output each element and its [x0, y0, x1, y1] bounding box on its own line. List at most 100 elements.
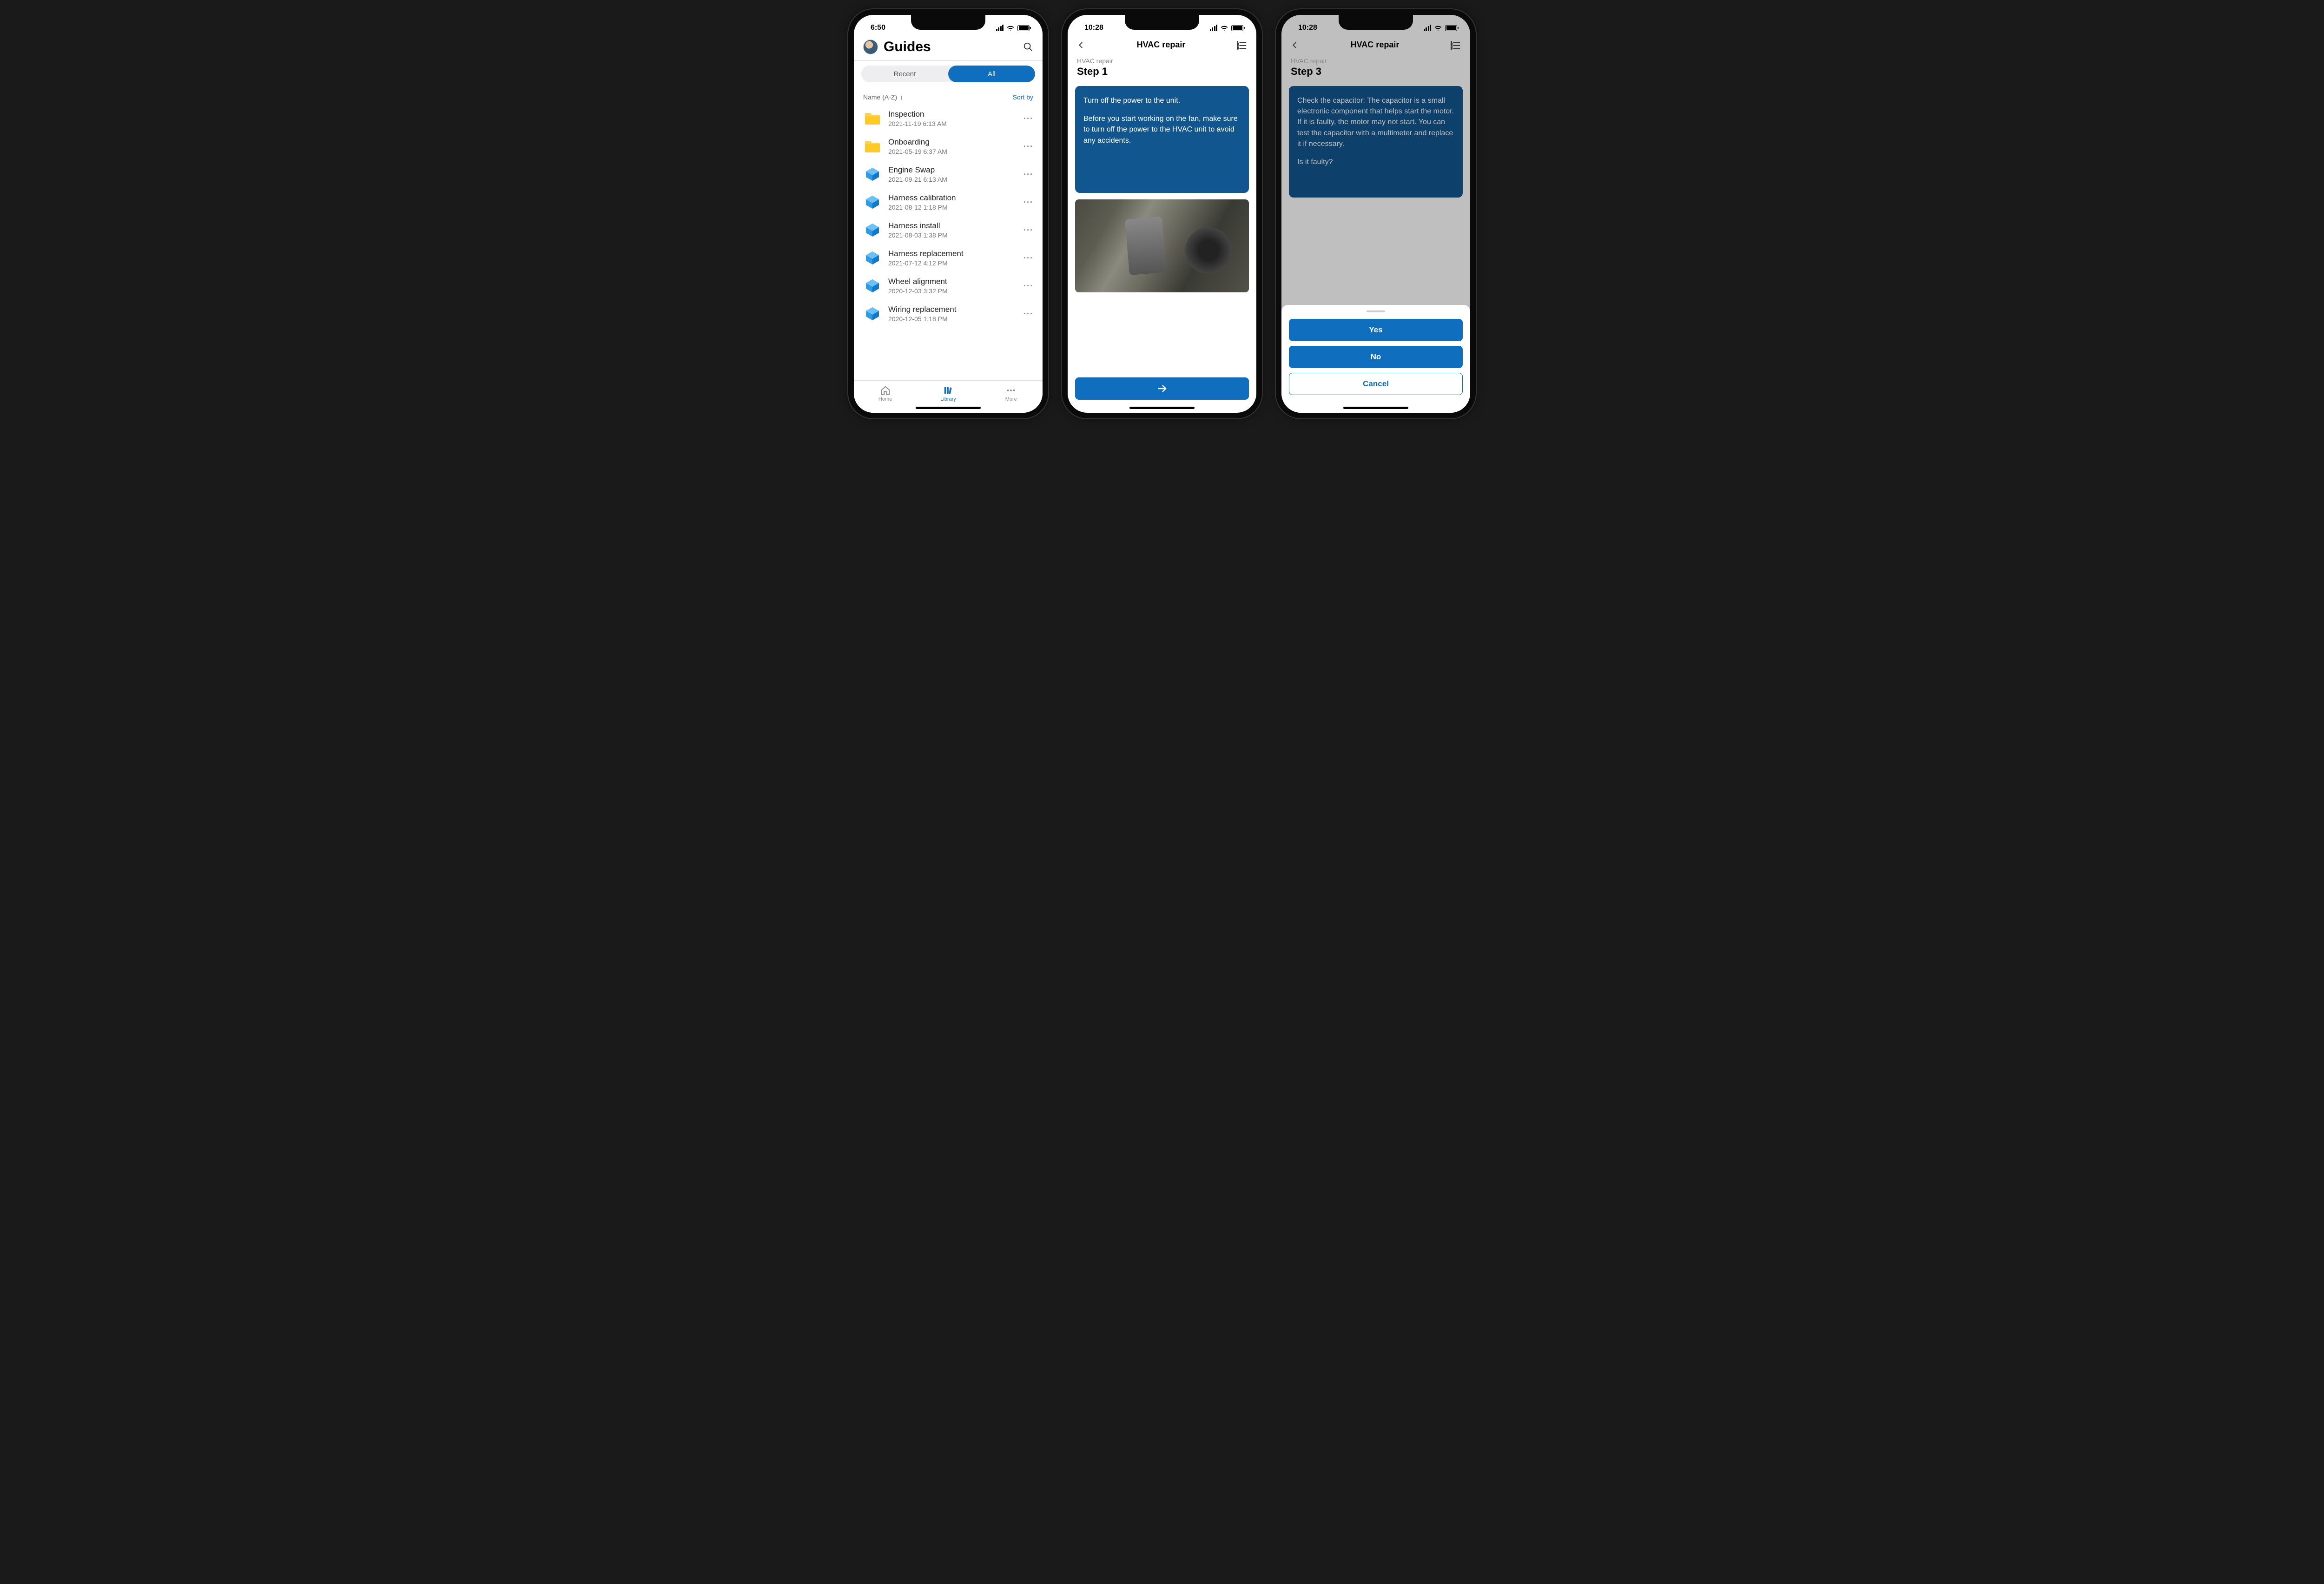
guide-icon — [863, 165, 882, 184]
wifi-icon — [1434, 25, 1442, 31]
steps-list-icon[interactable]: 123 — [1237, 40, 1247, 50]
item-sub: 2021-05-19 6:37 AM — [888, 148, 1017, 155]
tab-recent[interactable]: Recent — [861, 66, 948, 82]
tab-library[interactable]: Library — [917, 381, 979, 406]
status-time: 6:50 — [871, 24, 885, 32]
phone-step1: 10:28 HVAC repair 123 HVAC repair Step 1… — [1062, 9, 1262, 418]
item-sub: 2020-12-05 1:18 PM — [888, 315, 1017, 323]
phone-library: 6:50 Guides Recent All Name (A-Z) ↓ Sort… — [848, 9, 1048, 418]
list-item[interactable]: Onboarding2021-05-19 6:37 AM ··· — [854, 132, 1043, 160]
segment-control: Recent All — [861, 66, 1035, 82]
more-icon[interactable]: ··· — [1023, 170, 1033, 179]
library-icon — [943, 385, 954, 396]
guide-icon — [863, 277, 882, 295]
item-sub: 2021-09-21 6:13 AM — [888, 176, 1017, 183]
back-icon[interactable] — [1077, 41, 1085, 49]
yes-button[interactable]: Yes — [1289, 319, 1463, 341]
more-icon[interactable]: ··· — [1023, 142, 1033, 152]
more-icon[interactable]: ··· — [1023, 309, 1033, 319]
sheet-grabber[interactable] — [1367, 310, 1385, 312]
item-sub: 2021-07-12 4:12 PM — [888, 259, 1017, 267]
step-label: Step 1 — [1077, 66, 1247, 78]
guide-icon — [863, 221, 882, 239]
status-time: 10:28 — [1084, 24, 1103, 32]
step-image — [1075, 199, 1249, 292]
step-label: Step 3 — [1291, 66, 1461, 78]
signal-icon — [1210, 25, 1218, 31]
header-title: HVAC repair — [1137, 40, 1186, 50]
tab-more[interactable]: More — [980, 381, 1043, 406]
guide-icon — [863, 193, 882, 211]
home-indicator — [916, 407, 981, 409]
signal-icon — [996, 25, 1004, 31]
item-sub: 2021-08-12 1:18 PM — [888, 204, 1017, 211]
list-item[interactable]: Wiring replacement2020-12-05 1:18 PM ··· — [854, 300, 1043, 328]
breadcrumb: HVAC repair — [1291, 57, 1461, 65]
step-header: HVAC repair Step 1 — [1068, 54, 1256, 79]
item-sub: 2021-08-03 1:38 PM — [888, 231, 1017, 239]
battery-icon — [1231, 25, 1243, 31]
more-icon[interactable]: ··· — [1023, 225, 1033, 235]
tab-home[interactable]: Home — [854, 381, 917, 406]
guide-icon — [863, 304, 882, 323]
cancel-button[interactable]: Cancel — [1289, 373, 1463, 395]
no-button[interactable]: No — [1289, 346, 1463, 368]
list-item[interactable]: Wheel alignment2020-12-03 3:32 PM ··· — [854, 272, 1043, 300]
steps-list-icon[interactable]: 123 — [1451, 40, 1461, 50]
card-text-1: Turn off the power to the unit. — [1083, 95, 1241, 106]
list-item[interactable]: Engine Swap2021-09-21 6:13 AM ··· — [854, 160, 1043, 188]
list-item[interactable]: Harness replacement2021-07-12 4:12 PM ··… — [854, 244, 1043, 272]
wifi-icon — [1220, 25, 1228, 31]
next-button[interactable] — [1075, 377, 1249, 400]
header: HVAC repair 123 — [1068, 35, 1256, 54]
item-title: Onboarding — [888, 138, 1017, 147]
sort-by-button[interactable]: Sort by — [1013, 93, 1033, 101]
svg-text:3: 3 — [1451, 47, 1452, 50]
item-sub: 2021-11-19 6:13 AM — [888, 120, 1017, 127]
more-icon[interactable]: ··· — [1023, 281, 1033, 291]
list-item[interactable]: Harness install2021-08-03 1:38 PM ··· — [854, 216, 1043, 244]
breadcrumb: HVAC repair — [1077, 57, 1247, 65]
list-item[interactable]: Inspection2021-11-19 6:13 AM ··· — [854, 105, 1043, 132]
phone-step3: 10:28 HVAC repair 123 HVAC repair Step 3… — [1276, 9, 1476, 418]
status-icons — [1424, 25, 1458, 31]
avatar[interactable] — [863, 40, 878, 54]
header-title: HVAC repair — [1351, 40, 1400, 50]
header: HVAC repair 123 — [1281, 35, 1470, 54]
signal-icon — [1424, 25, 1432, 31]
more-icon[interactable]: ··· — [1023, 114, 1033, 124]
back-icon[interactable] — [1291, 41, 1299, 49]
folder-icon — [863, 137, 882, 156]
home-indicator — [1343, 407, 1408, 409]
search-icon[interactable] — [1023, 42, 1033, 52]
notch — [1339, 15, 1413, 30]
status-time: 10:28 — [1298, 24, 1317, 32]
tab-all[interactable]: All — [948, 66, 1035, 82]
notch — [1125, 15, 1199, 30]
battery-icon — [1445, 25, 1457, 31]
battery-icon — [1017, 25, 1030, 31]
item-title: Harness calibration — [888, 193, 1017, 203]
action-sheet: Yes No Cancel — [1281, 305, 1470, 413]
notch — [911, 15, 985, 30]
wifi-icon — [1006, 25, 1015, 31]
item-title: Wiring replacement — [888, 305, 1017, 314]
more-tab-icon — [1005, 385, 1017, 396]
more-icon[interactable]: ··· — [1023, 253, 1033, 263]
more-icon[interactable]: ··· — [1023, 198, 1033, 207]
page-title: Guides — [884, 39, 931, 55]
sort-row: Name (A-Z) ↓ Sort by — [854, 87, 1043, 105]
header: Guides — [854, 35, 1043, 60]
item-title: Inspection — [888, 110, 1017, 119]
list-item[interactable]: Harness calibration2021-08-12 1:18 PM ··… — [854, 188, 1043, 216]
instruction-card: Turn off the power to the unit. Before y… — [1075, 86, 1249, 193]
step-header: HVAC repair Step 3 — [1281, 54, 1470, 79]
item-title: Engine Swap — [888, 165, 1017, 175]
status-icons — [1210, 25, 1244, 31]
sort-label[interactable]: Name (A-Z) ↓ — [863, 93, 903, 101]
arrow-right-icon — [1156, 383, 1168, 394]
status-icons — [996, 25, 1030, 31]
folder-icon — [863, 109, 882, 128]
home-indicator — [1129, 407, 1195, 409]
svg-text:3: 3 — [1237, 47, 1239, 50]
